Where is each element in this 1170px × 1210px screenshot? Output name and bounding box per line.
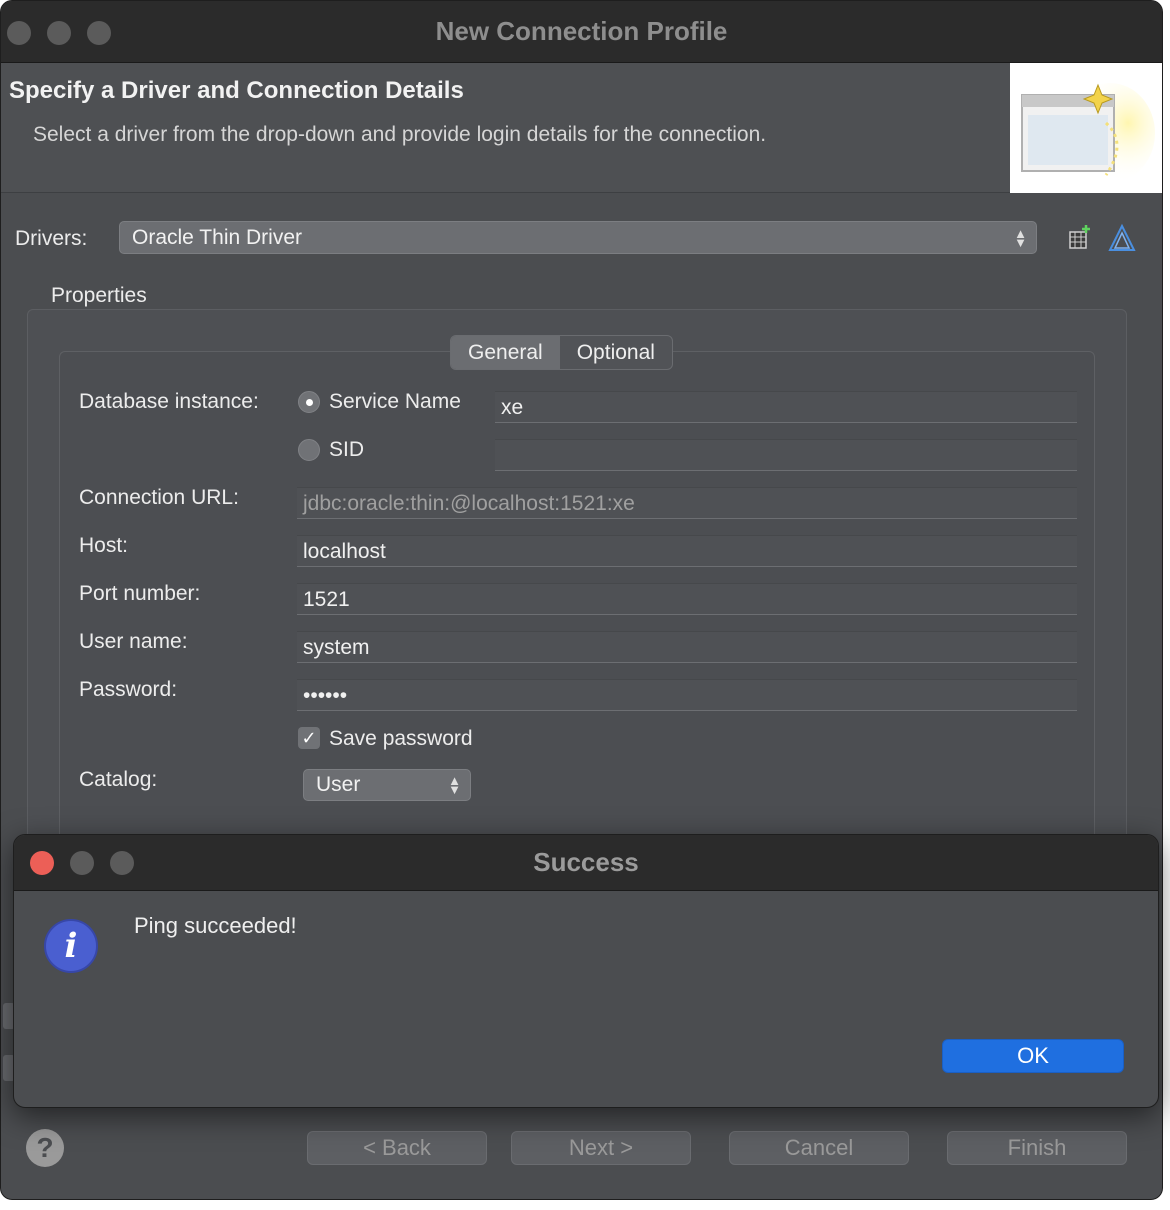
save-password-checkbox[interactable]: ✓ — [298, 727, 320, 749]
edit-driver-icon[interactable] — [1107, 223, 1137, 253]
catalog-select[interactable]: User ▲ ▼ — [303, 769, 471, 801]
success-dialog: Success i Ping succeeded! OK — [13, 834, 1159, 1108]
host-label: Host: — [79, 534, 129, 557]
host-input[interactable]: localhost — [297, 535, 1077, 567]
service-name-label: Service Name — [329, 390, 461, 413]
drivers-label: Drivers: — [15, 227, 88, 250]
catalog-label: Catalog: — [79, 768, 158, 791]
properties-label: Properties — [51, 284, 147, 307]
cancel-button[interactable]: Cancel — [729, 1131, 909, 1165]
port-label: Port number: — [79, 582, 201, 605]
service-name-radio[interactable] — [298, 391, 320, 413]
next-button[interactable]: Next > — [511, 1131, 691, 1165]
dialog-title: Success — [533, 847, 639, 877]
wizard-banner: Specify a Driver and Connection Details … — [1, 63, 1162, 193]
sid-input[interactable] — [495, 439, 1077, 471]
banner-description: Select a driver from the drop-down and p… — [33, 123, 767, 146]
ok-button[interactable]: OK — [942, 1039, 1124, 1073]
drivers-select-value: Oracle Thin Driver — [132, 226, 302, 249]
tab-optional[interactable]: Optional — [560, 336, 672, 369]
updown-chevron-icon: ▲ ▼ — [448, 773, 461, 797]
connection-url-label: Connection URL: — [79, 486, 239, 509]
dialog-titlebar: Success — [14, 835, 1158, 891]
banner-title: Specify a Driver and Connection Details — [9, 77, 464, 104]
sid-radio[interactable] — [298, 439, 320, 461]
user-name-input[interactable]: system — [297, 631, 1077, 663]
wizard-banner-icon — [1010, 63, 1162, 193]
dialog-message: Ping succeeded! — [134, 913, 297, 938]
port-input[interactable]: 1521 — [297, 583, 1077, 615]
properties-tabs: General Optional — [450, 335, 673, 370]
password-label: Password: — [79, 678, 178, 701]
catalog-select-value: User — [316, 773, 361, 796]
window-titlebar: New Connection Profile — [1, 1, 1162, 63]
updown-chevron-icon: ▲ ▼ — [1014, 225, 1027, 250]
window-title: New Connection Profile — [435, 16, 728, 46]
user-name-label: User name: — [79, 630, 188, 653]
finish-button[interactable]: Finish — [947, 1131, 1127, 1165]
drivers-select[interactable]: Oracle Thin Driver ▲ ▼ — [119, 221, 1037, 254]
service-name-input[interactable]: xe — [495, 391, 1077, 423]
back-button[interactable]: < Back — [307, 1131, 487, 1165]
help-button[interactable]: ? — [26, 1129, 64, 1167]
new-driver-icon[interactable] — [1064, 223, 1094, 253]
info-icon: i — [44, 919, 98, 973]
database-instance-label: Database instance: — [79, 390, 259, 413]
connection-url-field: jdbc:oracle:thin:@localhost:1521:xe — [297, 487, 1077, 519]
password-input[interactable]: •••••• — [297, 679, 1077, 711]
save-password-label: Save password — [329, 727, 473, 750]
tab-general[interactable]: General — [451, 336, 560, 369]
sid-label: SID — [329, 438, 365, 461]
